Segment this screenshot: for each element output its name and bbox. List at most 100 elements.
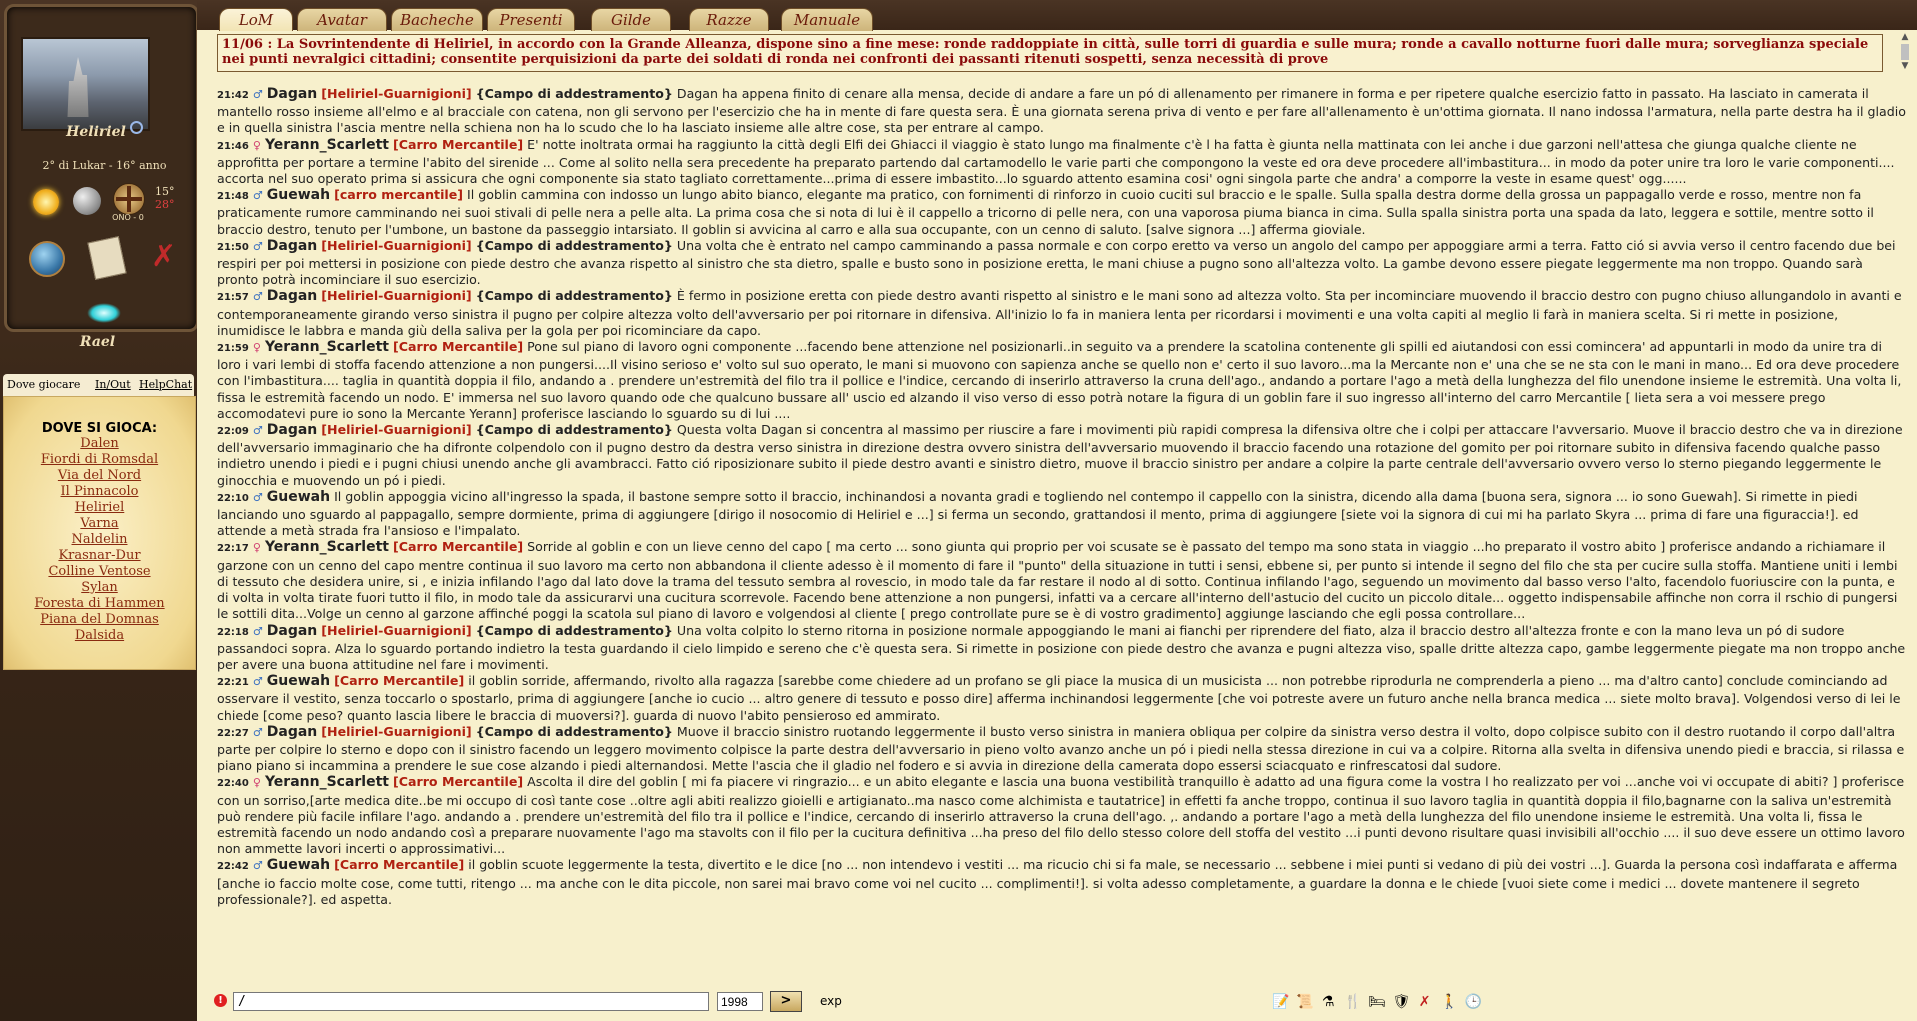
place-link[interactable]: Piana del Domnas: [4, 612, 195, 628]
character-name[interactable]: Guewah: [267, 857, 330, 873]
message-time: 21:42: [217, 90, 249, 101]
tab-manuale[interactable]: Manuale: [781, 8, 873, 31]
character-role: [Heliriel-Guarnigioni]: [321, 237, 472, 253]
place-link[interactable]: Il Pinnacolo: [4, 484, 195, 500]
chat-log: 21:42 ♂ Dagan [Heliriel-Guarnigioni] {Ca…: [217, 86, 1907, 918]
alert-icon[interactable]: !: [214, 994, 227, 1007]
place-link[interactable]: Krasnar-Dur: [4, 548, 195, 564]
temperature: 15° 28°: [155, 185, 175, 211]
place-link[interactable]: Varna: [4, 516, 195, 532]
gender-icon: ♂: [252, 239, 263, 253]
place-link[interactable]: Naldelin: [4, 532, 195, 548]
chat-location: {Campo di addestramento}: [475, 86, 673, 101]
character-role: [Carro Mercantile]: [334, 673, 465, 689]
chat-location: {Campo di addestramento}: [475, 288, 673, 304]
tab-gilde[interactable]: Gilde: [591, 8, 671, 31]
scroll-up-icon[interactable]: ▲: [1899, 32, 1911, 43]
character-name[interactable]: Guewah: [267, 489, 330, 505]
chat-message: 21:48 ♂ Guewah [carro mercantile] Il gob…: [217, 187, 1907, 238]
location-panel: Heliriel 2° di Lukar - 16° anno ONO - 0 …: [4, 4, 199, 332]
character-name[interactable]: Dagan: [267, 422, 318, 438]
moon-icon: [73, 187, 101, 215]
place-link[interactable]: Fiordi di Romsdal: [4, 452, 195, 468]
input-bar: ! > exp 📝 📜 ⚗ 🍴 🛏 🛡 ✗ 🚶 🕒: [197, 985, 1917, 1015]
tab-razze[interactable]: Razze: [689, 8, 769, 31]
scroll-thumb[interactable]: [1901, 44, 1909, 60]
compass-icon: [113, 183, 145, 215]
bed-icon[interactable]: 🛏: [1368, 993, 1386, 1011]
scroll-map-icon[interactable]: 📜: [1296, 993, 1313, 1011]
cutlery-icon[interactable]: 🍴: [1344, 993, 1361, 1011]
character-name[interactable]: Guewah: [267, 673, 330, 689]
place-link[interactable]: Foresta di Hammen: [4, 596, 195, 612]
message-time: 22:27: [217, 727, 249, 739]
chat-message: 22:18 ♂ Dagan [Heliriel-Guarnigioni] {Ca…: [217, 623, 1907, 674]
chat-location: {Campo di addestramento}: [475, 622, 673, 638]
figure-icon[interactable]: 🚶: [1441, 993, 1458, 1011]
character-name[interactable]: Yerann_Scarlett: [265, 774, 389, 790]
chat-message: 21:46 ♀ Yerann_Scarlett [Carro Mercantil…: [217, 137, 1907, 188]
send-button[interactable]: >: [770, 991, 802, 1012]
tab-avatar[interactable]: Avatar: [297, 8, 387, 31]
place-link[interactable]: Via del Nord: [4, 468, 195, 484]
chat-location: {Campo di addestramento}: [475, 723, 673, 739]
character-name[interactable]: Yerann_Scarlett: [265, 339, 389, 355]
search-icon[interactable]: [129, 121, 143, 134]
place-link[interactable]: Dalen: [4, 436, 195, 452]
map-globe-icon[interactable]: [29, 241, 65, 277]
character-name[interactable]: Dagan: [267, 86, 318, 102]
message-time: 21:50: [217, 241, 249, 253]
place-link[interactable]: Colline Ventose: [4, 564, 195, 580]
message-time: 22:09: [217, 426, 249, 438]
message-time: 22:40: [217, 778, 249, 790]
close-x-icon[interactable]: ✗: [1417, 993, 1433, 1011]
gender-icon: ♂: [252, 424, 263, 438]
city-image[interactable]: [21, 37, 150, 131]
tab-lom[interactable]: LoM: [219, 8, 293, 31]
character-role: [Heliriel-Guarnigioni]: [321, 86, 472, 101]
tab-in-out[interactable]: In/Out: [95, 378, 131, 391]
chat-message: 21:42 ♂ Dagan [Heliriel-Guarnigioni] {Ca…: [217, 86, 1907, 137]
character-name[interactable]: Dagan: [267, 724, 318, 740]
message-text: Il goblin cammina con indosso un lungo a…: [217, 187, 1874, 237]
character-name[interactable]: Dagan: [267, 238, 318, 254]
chat-message: 22:17 ♀ Yerann_Scarlett [Carro Mercantil…: [217, 539, 1907, 622]
place-link[interactable]: Sylan: [4, 580, 195, 596]
tab-helpchat[interactable]: HelpChat: [139, 378, 192, 391]
news-scrollbar[interactable]: ▲ ▼: [1899, 32, 1911, 76]
gender-icon: ♂: [252, 490, 263, 504]
character-role: [Heliriel-Guarnigioni]: [321, 622, 472, 638]
message-time: 21:46: [217, 140, 249, 152]
tab-bacheche[interactable]: Bacheche: [391, 8, 483, 31]
place-link[interactable]: Dalsida: [4, 628, 195, 644]
scroll-icon[interactable]: [87, 236, 127, 280]
toolbar-icons: 📝 📜 ⚗ 🍴 🛏 🛡 ✗ 🚶 🕒: [1272, 991, 1484, 1011]
news-banner: 11/06 : La Sovrintendente di Heliriel, i…: [217, 34, 1883, 72]
shield-icon[interactable]: 🛡: [1392, 993, 1410, 1011]
gender-icon: ♂: [252, 859, 263, 873]
chat-message: 22:40 ♀ Yerann_Scarlett [Carro Mercantil…: [217, 774, 1907, 857]
character-name[interactable]: Dagan: [267, 288, 318, 304]
gem-icon: [87, 303, 121, 323]
character-role: [carro mercantile]: [334, 187, 464, 203]
chat-message: 22:27 ♂ Dagan [Heliriel-Guarnigioni] {Ca…: [217, 724, 1907, 775]
scroll-down-icon[interactable]: ▼: [1899, 61, 1911, 72]
gender-icon: ♀: [252, 341, 261, 355]
potion-icon[interactable]: ⚗: [1320, 993, 1336, 1011]
exp-label[interactable]: exp: [820, 994, 842, 1008]
gender-icon: ♂: [252, 189, 263, 203]
character-name[interactable]: Dagan: [267, 623, 318, 639]
place-link[interactable]: Heliriel: [4, 500, 195, 516]
character-name[interactable]: Guewah: [267, 187, 330, 203]
logout-x-icon[interactable]: ✗: [151, 241, 176, 273]
character-role: [Heliriel-Guarnigioni]: [321, 723, 472, 739]
character-name[interactable]: Yerann_Scarlett: [265, 137, 389, 153]
chat-message: 21:50 ♂ Dagan [Heliriel-Guarnigioni] {Ca…: [217, 238, 1907, 289]
character-role: [Carro Mercantile]: [393, 539, 524, 555]
tab-presenti[interactable]: Presenti: [487, 8, 575, 31]
clock-icon[interactable]: 🕒: [1465, 993, 1482, 1011]
character-name[interactable]: Yerann_Scarlett: [265, 539, 389, 555]
notes-icon[interactable]: 📝: [1272, 993, 1289, 1011]
chat-input[interactable]: [233, 992, 709, 1011]
tab-dove-giocare[interactable]: Dove giocare: [7, 378, 80, 391]
